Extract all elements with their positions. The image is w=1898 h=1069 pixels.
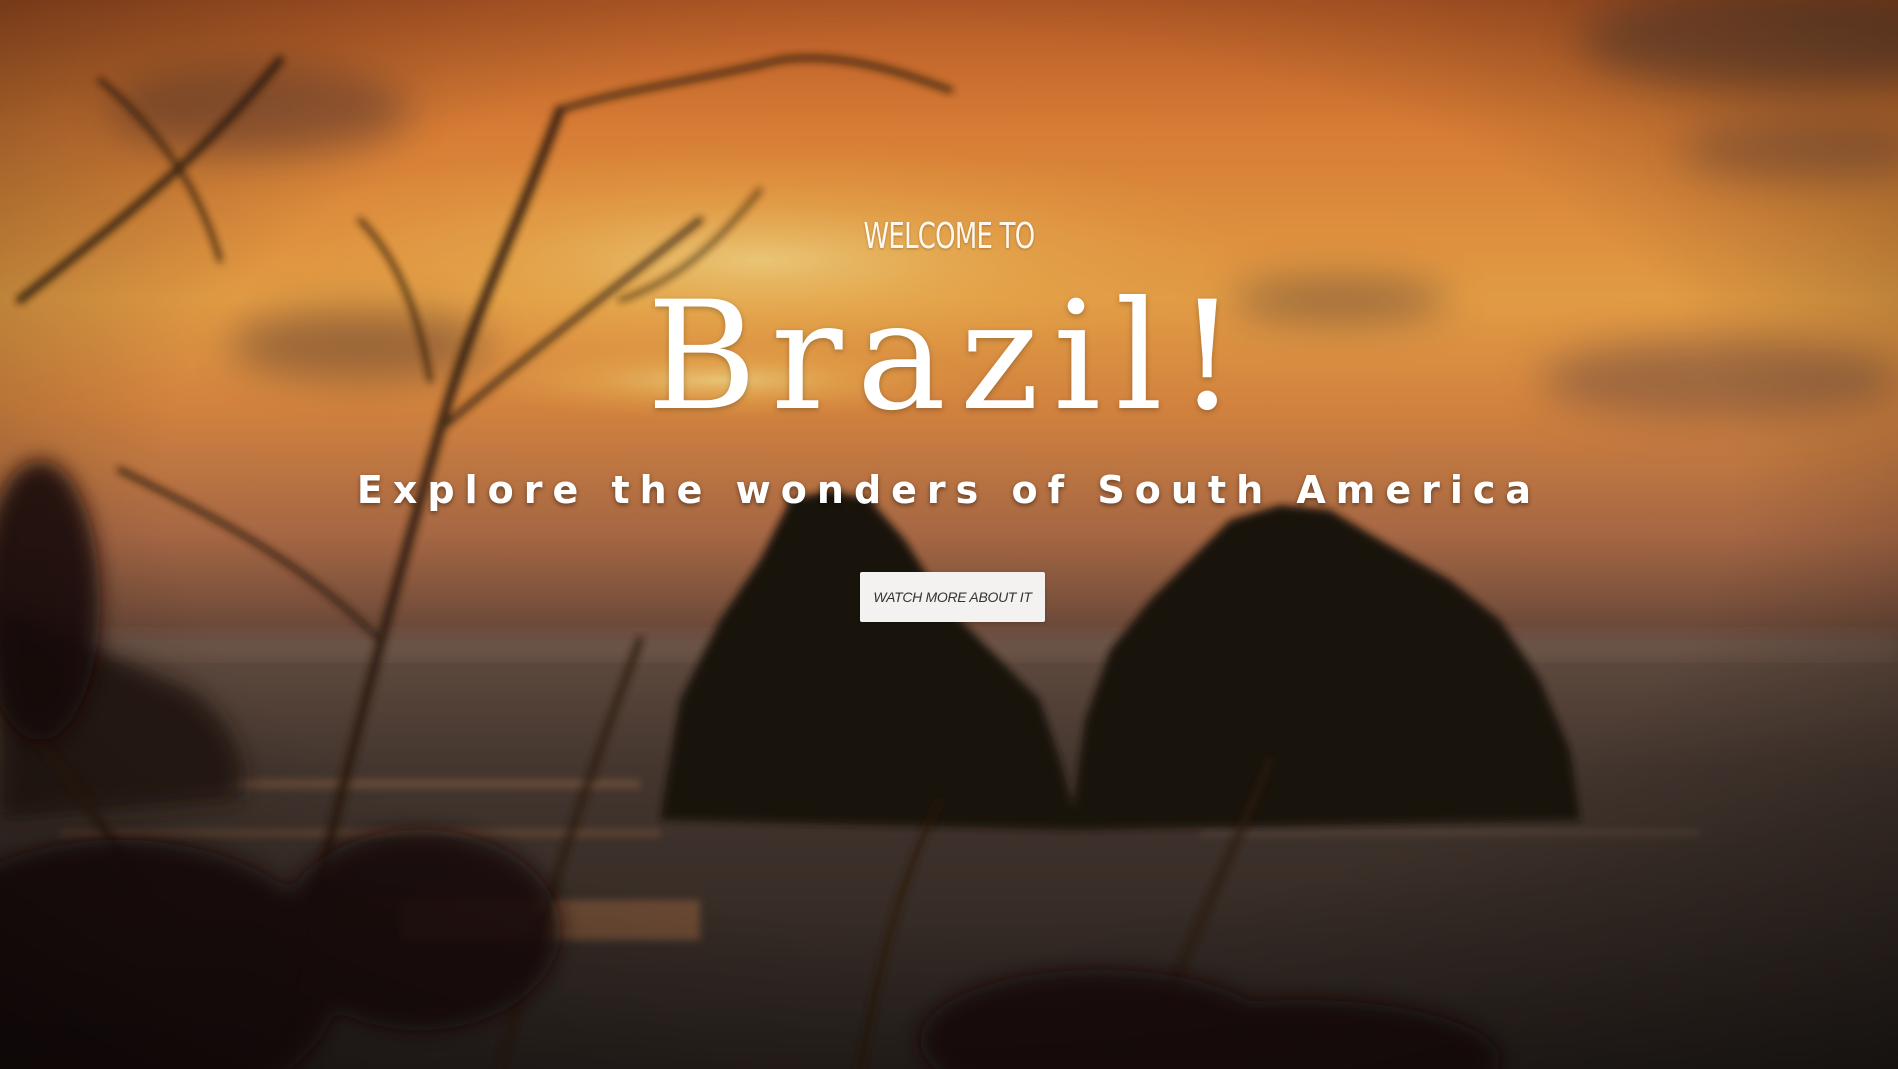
hero-section: WELCOME TO Brazil! Explore the wonders o… xyxy=(0,0,1898,1069)
welcome-kicker: WELCOME TO xyxy=(863,216,1036,257)
watch-more-button[interactable]: WATCH MORE ABOUT IT xyxy=(860,572,1045,622)
hero-subtitle: Explore the wonders of South America xyxy=(356,468,1542,512)
hero-content: WELCOME TO Brazil! Explore the wonders o… xyxy=(0,0,1898,1069)
hero-title: Brazil! xyxy=(646,270,1252,444)
